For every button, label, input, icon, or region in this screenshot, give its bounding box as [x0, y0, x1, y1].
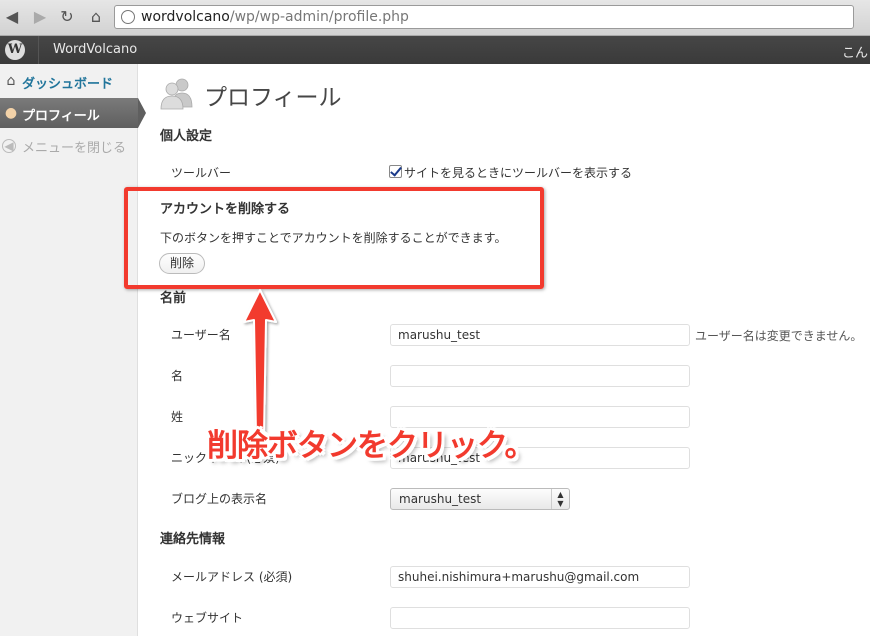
annotation-text: 削除ボタンをクリック。	[207, 428, 536, 464]
sidebar-item-label: メニューを閉じる	[22, 141, 127, 156]
email-field[interactable]: shuhei.nishimura+marushu@gmail.com	[390, 566, 690, 588]
username-label: ユーザー名	[171, 328, 231, 342]
website-label: ウェブサイト	[171, 611, 244, 625]
forward-arrow-icon[interactable]: ▶	[30, 6, 50, 28]
home-icon: ⌂	[6, 73, 16, 89]
site-name-link[interactable]: WordVolcano	[53, 42, 137, 57]
annotation-highlight-box	[124, 187, 544, 289]
sidebar-item-label: プロフィール	[22, 109, 100, 124]
toolbar-label: ツールバー	[171, 166, 232, 180]
admin-sidebar: ⌂ ダッシュボード ● プロフィール ◀ メニューを閉じる	[0, 64, 146, 636]
sidebar-item-label: ダッシュボード	[22, 77, 114, 92]
username-field[interactable]: marushu_test	[390, 324, 690, 346]
url-text: wordvolcano/wp/wp-admin/profile.php	[141, 9, 409, 25]
admin-bar-greeting[interactable]: こん	[842, 42, 868, 61]
toolbar-checkbox[interactable]	[389, 165, 402, 178]
back-arrow-icon[interactable]: ◀	[2, 6, 22, 28]
sidebar-item-profile[interactable]: ● プロフィール	[0, 98, 146, 128]
toolbar-checkbox-label[interactable]: サイトを見るときにツールバーを表示する	[404, 164, 632, 181]
home-icon[interactable]: ⌂	[86, 6, 106, 28]
address-bar[interactable]: wordvolcano/wp/wp-admin/profile.php	[114, 5, 854, 29]
users-icon: ●	[4, 105, 18, 121]
section-title-personal: 個人設定	[160, 129, 213, 144]
collapse-icon: ◀	[2, 139, 16, 153]
reload-icon[interactable]: ↻	[57, 6, 77, 28]
sidebar-item-dashboard[interactable]: ⌂ ダッシュボード	[0, 66, 138, 96]
section-title-name: 名前	[160, 291, 187, 306]
first-name-label: 名	[171, 369, 184, 383]
admin-bar-divider	[38, 36, 39, 64]
first-name-field[interactable]	[390, 365, 690, 387]
display-name-select[interactable]: marushu_test ▲ ▼	[390, 488, 570, 510]
website-field[interactable]	[390, 607, 690, 629]
display-name-selected: marushu_test	[399, 492, 482, 506]
section-title-contact: 連絡先情報	[160, 532, 226, 547]
browser-toolbar: ◀ ▶ ↻ ⌂ wordvolcano/wp/wp-admin/profile.…	[0, 0, 870, 36]
admin-bar: W WordVolcano こん	[0, 36, 870, 64]
username-note: ユーザー名は変更できません。	[695, 329, 863, 343]
email-label: メールアドレス (必須)	[171, 570, 293, 584]
globe-icon	[121, 10, 135, 24]
display-name-label: ブログ上の表示名	[171, 492, 268, 506]
annotation-arrow-icon	[243, 289, 277, 435]
sidebar-item-collapse[interactable]: ◀ メニューを閉じる	[0, 130, 138, 160]
last-name-label: 姓	[171, 410, 184, 424]
wordpress-logo-icon[interactable]: W	[5, 40, 25, 60]
page-title: プロフィール	[204, 85, 342, 111]
users-icon	[160, 78, 193, 110]
select-arrows-icon: ▲ ▼	[551, 489, 569, 509]
